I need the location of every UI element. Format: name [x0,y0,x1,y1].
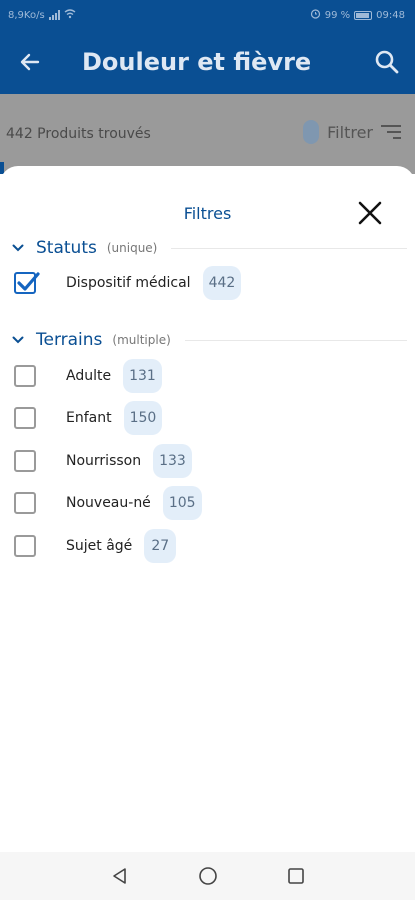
page-title: Douleur et fièvre [82,48,312,76]
arrow-left-icon[interactable] [0,30,60,94]
count-badge: 27 [144,529,177,563]
option-sujet-age[interactable]: Sujet âgé 27 [0,529,415,563]
app-bar: Douleur et fièvre [0,30,415,94]
status-left: 8,9Ko/s [8,8,76,22]
nav-back-triangle-icon[interactable] [107,863,133,889]
count-badge: 105 [162,486,202,520]
section-divider [171,247,407,249]
checkbox-checked[interactable] [14,272,40,294]
nav-recents-square-icon[interactable] [283,863,309,889]
alarm-icon [310,8,321,22]
status-bar: 8,9Ko/s 99 % 09:48 [0,0,415,30]
checkbox[interactable] [14,365,36,387]
option-label: Enfant [66,410,112,426]
section-terrains[interactable]: Terrains (multiple) [0,327,415,353]
option-label: Nouveau-né [66,495,151,511]
option-label: Sujet âgé [66,538,133,554]
option-dispositif-medical[interactable]: Dispositif médical 442 [0,266,415,300]
option-enfant[interactable]: Enfant 150 [0,401,415,435]
sheet-title: Filtres [183,204,232,223]
section-name: Terrains [36,330,103,350]
filter-label: Filtrer [327,122,373,142]
chevron-down-icon[interactable] [0,244,36,252]
system-nav-bar [0,852,415,900]
status-right: 99 % 09:48 [310,8,405,22]
option-label: Dispositif médical [66,275,191,291]
signal-icon [48,10,60,20]
count-badge: 150 [123,401,163,435]
count-badge: 133 [153,444,192,478]
filters-sheet: Filtres Statuts (unique) Dispositif médi… [0,166,415,852]
checkbox[interactable] [14,535,36,557]
option-label: Adulte [66,368,112,384]
section-name: Statuts [36,238,97,258]
filter-badge [303,120,320,144]
count-badge: 131 [123,359,162,393]
option-label: Nourrisson [66,453,142,469]
chevron-down-icon[interactable] [0,336,36,344]
filter-lines-icon [381,125,401,139]
battery-percent: 99 % [324,9,351,21]
search-icon[interactable] [359,30,415,94]
option-nouveau-ne[interactable]: Nouveau-né 105 [0,486,415,520]
battery-icon [354,10,373,20]
count-badge: 442 [202,266,242,300]
clock: 09:48 [376,9,405,21]
section-divider [184,339,407,341]
network-speed: 8,9Ko/s [8,9,45,21]
section-hint: (unique) [106,241,158,255]
section-hint: (multiple) [112,333,171,347]
wifi-icon [64,8,76,22]
checkbox[interactable] [14,450,36,472]
checkbox[interactable] [14,407,36,429]
results-count: 442 Produits trouvés [6,126,151,142]
underlying-page: 442 Produits trouvés Filtrer [0,94,415,174]
close-icon[interactable] [355,198,385,228]
filter-button[interactable]: Filtrer [303,120,401,144]
option-adulte[interactable]: Adulte 131 [0,359,415,393]
section-statuts[interactable]: Statuts (unique) [0,235,415,261]
nav-home-circle-icon[interactable] [195,863,221,889]
option-nourrisson[interactable]: Nourrisson 133 [0,444,415,478]
checkbox[interactable] [14,492,36,514]
